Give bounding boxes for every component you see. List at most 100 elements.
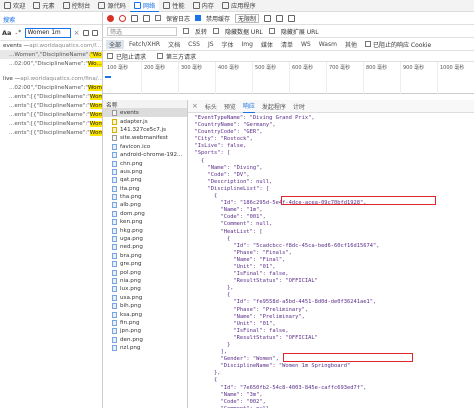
hide-data-urls-checkbox[interactable] bbox=[213, 28, 220, 34]
tab-3[interactable]: 源代码 bbox=[94, 0, 130, 12]
filter-icon[interactable] bbox=[131, 14, 138, 22]
detail-tab[interactable]: 预览 bbox=[224, 100, 236, 113]
record-icon[interactable] bbox=[107, 14, 114, 22]
request-row[interactable]: jpn.png bbox=[103, 327, 187, 335]
request-row[interactable]: events bbox=[103, 109, 187, 118]
export-icon[interactable] bbox=[288, 14, 296, 22]
search-input[interactable]: Women 1m bbox=[24, 27, 71, 38]
request-row[interactable]: nzl.png bbox=[103, 344, 187, 352]
request-row[interactable]: bra.png bbox=[103, 252, 187, 260]
type-filter[interactable]: 媒体 bbox=[258, 40, 276, 49]
network-timeline[interactable]: 100 毫秒 200 毫秒 300 毫秒 400 毫秒 500 毫秒 600 毫秒 700 … bbox=[103, 62, 474, 94]
clear-icon[interactable] bbox=[91, 29, 98, 36]
request-row[interactable]: usa.png bbox=[103, 294, 187, 302]
request-row[interactable]: qat.png bbox=[103, 176, 187, 184]
type-filter[interactable]: 全部 bbox=[106, 39, 125, 49]
blocked-requests-checkbox[interactable] bbox=[107, 53, 113, 59]
request-row[interactable]: alb.png bbox=[103, 201, 187, 209]
type-filter[interactable]: 其他 bbox=[342, 40, 360, 49]
third-party-checkbox[interactable] bbox=[157, 53, 164, 59]
search-result-line[interactable]: ...02:00","DisciplineName":" Wo... bbox=[0, 59, 102, 68]
request-row[interactable]: adapter.js bbox=[103, 117, 187, 125]
request-row[interactable]: 141.327ce5c7.js bbox=[103, 126, 187, 134]
request-row[interactable]: ita.png bbox=[103, 185, 187, 193]
type-filter[interactable]: Wasm bbox=[316, 40, 340, 49]
search-icon[interactable] bbox=[143, 14, 150, 22]
request-row[interactable]: bih.png bbox=[103, 302, 187, 310]
request-row[interactable]: site.webmanifest bbox=[103, 134, 187, 142]
request-row[interactable]: lux.png bbox=[103, 285, 187, 293]
clear-search-icon[interactable]: × bbox=[74, 29, 80, 37]
type-filter[interactable]: CSS bbox=[185, 40, 203, 49]
tab-0[interactable]: 欢迎 bbox=[0, 0, 29, 12]
throttle-select[interactable]: 无限制 bbox=[235, 13, 260, 23]
detail-tab[interactable]: 计时 bbox=[293, 100, 305, 113]
detail-tab[interactable]: 标头 bbox=[205, 100, 217, 113]
search-result-line[interactable]: ...ents":[{"DisciplineName":"Wom... bbox=[0, 101, 102, 110]
disable-cache-checkbox[interactable] bbox=[195, 15, 202, 21]
request-row[interactable]: hkg.png bbox=[103, 226, 187, 234]
close-icon[interactable]: × bbox=[192, 102, 198, 110]
request-row[interactable]: dom.png bbox=[103, 210, 187, 218]
search-result-line[interactable]: ...ents":[{"DisciplineName":"Wom... bbox=[0, 119, 102, 128]
tab-1[interactable]: 元素 bbox=[29, 0, 58, 12]
search-result-line[interactable]: ...ents":[{"DisciplineName":"Wom... bbox=[0, 128, 102, 137]
search-result-line[interactable]: ...ents":[{"DisciplineName":"Wom... bbox=[0, 92, 102, 101]
request-row[interactable]: aus.png bbox=[103, 168, 187, 176]
request-row[interactable]: fin.png bbox=[103, 319, 187, 327]
search-result-line[interactable]: ...02:00","DisciplineName":"Wom... bbox=[0, 83, 102, 92]
search-pane-title[interactable]: 搜索 bbox=[0, 12, 102, 25]
invert-checkbox[interactable] bbox=[183, 28, 189, 34]
tab-2[interactable]: 控制台 bbox=[59, 0, 95, 12]
wifi-icon[interactable] bbox=[264, 14, 272, 22]
search-result-line[interactable]: ...Women","DisciplineName":"Wo... bbox=[0, 50, 102, 59]
import-icon[interactable] bbox=[276, 14, 284, 22]
request-row[interactable]: ken.png bbox=[103, 218, 187, 226]
blocked-cookies-checkbox[interactable] bbox=[364, 41, 371, 47]
request-row[interactable]: den.png bbox=[103, 336, 187, 344]
tab-6[interactable]: 内存 bbox=[189, 0, 218, 12]
timeline-gridline bbox=[178, 62, 179, 94]
request-row[interactable]: gre.png bbox=[103, 260, 187, 268]
search-result-line[interactable]: ...ents":[{"DisciplineName":"Wom... bbox=[0, 110, 102, 119]
request-row[interactable]: chn.png bbox=[103, 159, 187, 167]
json-line: { bbox=[188, 377, 218, 384]
type-filter[interactable]: Img bbox=[239, 40, 256, 49]
json-line: "HeatList": [ bbox=[188, 228, 263, 235]
refresh-icon[interactable] bbox=[82, 29, 89, 36]
request-row[interactable]: uga.png bbox=[103, 235, 187, 243]
type-filter[interactable]: 文档 bbox=[165, 40, 183, 49]
clear-log-icon[interactable] bbox=[119, 14, 126, 22]
preserve-log-checkbox[interactable] bbox=[155, 15, 161, 21]
tab-7[interactable]: 应用程序 bbox=[218, 0, 260, 12]
type-filter[interactable]: WS bbox=[298, 40, 314, 49]
type-filter[interactable]: 清单 bbox=[278, 40, 296, 49]
tab-5[interactable]: 性能 bbox=[159, 0, 188, 12]
request-row[interactable]: tha.png bbox=[103, 193, 187, 201]
request-row[interactable]: nia.png bbox=[103, 277, 187, 285]
search-result-line[interactable]: events — api.worldaquatics.com/f... bbox=[0, 41, 102, 50]
type-filter[interactable]: 字体 bbox=[219, 40, 237, 49]
filter-input[interactable]: 筛选 bbox=[107, 26, 177, 36]
blocked-requests-label: 已阻止请求 bbox=[116, 53, 147, 61]
search-pane: 搜索 Aa .* Women 1m × events — api.worldaq… bbox=[0, 12, 103, 408]
request-row[interactable]: ned.png bbox=[103, 243, 187, 251]
search-result-line[interactable]: live — api.worldaquatics.com/fina/... bbox=[0, 74, 102, 83]
request-row[interactable]: android-chrome-192... bbox=[103, 151, 187, 159]
sources-icon bbox=[98, 2, 106, 9]
request-row[interactable]: pol.png bbox=[103, 268, 187, 276]
type-filter[interactable]: JS bbox=[205, 40, 217, 49]
name-column-header[interactable]: 名称 bbox=[103, 100, 187, 109]
tab-4[interactable]: 网络 bbox=[129, 0, 160, 12]
image-file-icon bbox=[112, 185, 117, 192]
regex-icon[interactable]: .* bbox=[14, 29, 21, 36]
search-bar: Aa .* Women 1m × bbox=[0, 25, 102, 41]
hide-ext-urls-checkbox[interactable] bbox=[268, 28, 275, 34]
detail-tab[interactable]: 发起程序 bbox=[262, 100, 286, 113]
request-row[interactable]: favicon.ico bbox=[103, 143, 187, 151]
type-filter[interactable]: Fetch/XHR bbox=[126, 40, 163, 49]
request-name: events bbox=[120, 110, 139, 117]
detail-tab[interactable]: 响应 bbox=[242, 100, 255, 113]
match-case-toggle[interactable]: Aa bbox=[2, 29, 11, 37]
request-row[interactable]: ksa.png bbox=[103, 310, 187, 318]
